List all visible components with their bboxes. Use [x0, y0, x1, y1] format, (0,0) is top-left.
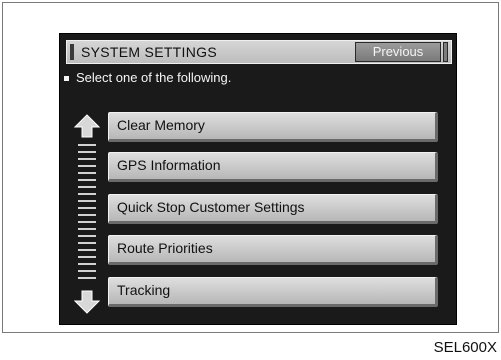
- title-marker: [70, 44, 74, 60]
- menu-item-quick-stop-customer-settings[interactable]: Quick Stop Customer Settings: [108, 194, 438, 224]
- figure-code: SEL600X: [433, 339, 497, 356]
- page-title: SYSTEM SETTINGS: [81, 44, 217, 60]
- instruction-line: Select one of the following.: [64, 70, 231, 85]
- arrow-up-icon[interactable]: [74, 114, 100, 138]
- scrollbar[interactable]: [78, 144, 96, 284]
- arrow-down-icon[interactable]: [74, 290, 100, 314]
- scroll-control: [74, 114, 100, 314]
- bullet-icon: [64, 76, 69, 81]
- menu-item-route-priorities[interactable]: Route Priorities: [108, 235, 438, 265]
- title-bar: SYSTEM SETTINGS Previous: [66, 40, 452, 64]
- instruction-text: Select one of the following.: [76, 70, 232, 85]
- nav-screen: SYSTEM SETTINGS Previous Select one of t…: [59, 33, 457, 325]
- menu-item-tracking[interactable]: Tracking: [108, 277, 438, 307]
- menu-item-gps-information[interactable]: GPS Information: [108, 152, 438, 182]
- previous-button[interactable]: Previous: [355, 42, 448, 62]
- menu-item-clear-memory[interactable]: Clear Memory: [108, 112, 438, 142]
- figure-frame: SYSTEM SETTINGS Previous Select one of t…: [2, 2, 499, 333]
